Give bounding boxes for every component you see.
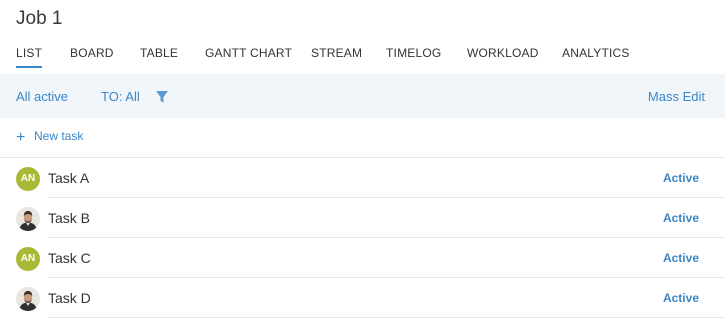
status-badge[interactable]: Active bbox=[663, 291, 699, 305]
view-tabs: LIST BOARD TABLE GANTT CHART STREAM TIME… bbox=[0, 44, 725, 70]
avatar: AN bbox=[16, 167, 40, 191]
task-name[interactable]: Task A bbox=[48, 170, 89, 186]
task-row[interactable]: AN Task C Active bbox=[0, 238, 725, 278]
mass-edit-button[interactable]: Mass Edit bbox=[648, 89, 705, 104]
tab-timelog[interactable]: TIMELOG bbox=[386, 46, 441, 66]
new-task-button[interactable]: + New task bbox=[16, 129, 83, 147]
status-filter[interactable]: All active bbox=[16, 89, 68, 104]
plus-icon: + bbox=[16, 129, 26, 146]
tab-table[interactable]: TABLE bbox=[140, 46, 178, 66]
tab-analytics[interactable]: ANALYTICS bbox=[562, 46, 630, 66]
tab-gantt-chart[interactable]: GANTT CHART bbox=[205, 46, 292, 66]
status-badge[interactable]: Active bbox=[663, 211, 699, 225]
status-badge[interactable]: Active bbox=[663, 171, 699, 185]
user-photo-icon bbox=[16, 287, 40, 311]
avatar: AN bbox=[16, 247, 40, 271]
status-badge[interactable]: Active bbox=[663, 251, 699, 265]
page-title: Job 1 bbox=[16, 8, 63, 29]
assignee-filter[interactable]: TO: All bbox=[101, 89, 140, 104]
new-task-label: New task bbox=[34, 129, 84, 143]
tab-list[interactable]: LIST bbox=[16, 46, 43, 68]
avatar bbox=[16, 207, 40, 231]
task-name[interactable]: Task D bbox=[48, 290, 91, 306]
filter-bar: All active TO: All Mass Edit bbox=[0, 74, 725, 118]
funnel-icon[interactable] bbox=[155, 90, 169, 104]
avatar bbox=[16, 287, 40, 311]
tab-workload[interactable]: WORKLOAD bbox=[467, 46, 539, 66]
task-row[interactable]: Task B Active bbox=[0, 198, 725, 238]
tab-stream[interactable]: STREAM bbox=[311, 46, 362, 66]
task-row[interactable]: Task D Active bbox=[0, 278, 725, 318]
task-row[interactable]: AN Task A Active bbox=[0, 158, 725, 198]
task-name[interactable]: Task C bbox=[48, 250, 91, 266]
task-name[interactable]: Task B bbox=[48, 210, 90, 226]
user-photo-icon bbox=[16, 207, 40, 231]
tab-board[interactable]: BOARD bbox=[70, 46, 114, 66]
